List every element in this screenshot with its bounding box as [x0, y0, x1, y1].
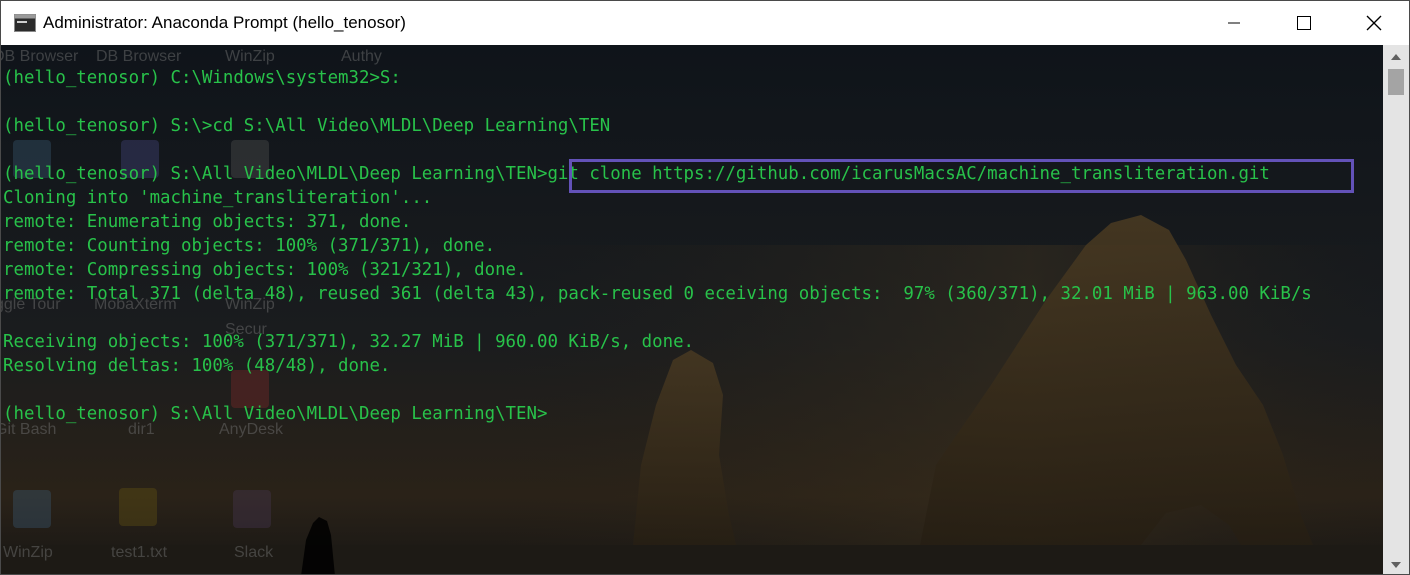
terminal-output[interactable]: (hello_tenosor) C:\Windows\system32>S: (h…	[3, 66, 1383, 426]
terminal-prompt-line: (hello_tenosor) S:\All Video\MLDL\Deep L…	[3, 404, 548, 424]
console-area[interactable]: DB Browser DB Browser WinZip Authy ggle …	[1, 45, 1383, 574]
maximize-icon	[1297, 16, 1311, 30]
maximize-button[interactable]	[1269, 1, 1339, 45]
scroll-down-button[interactable]	[1383, 554, 1409, 574]
minimize-icon	[1228, 22, 1240, 24]
title-bar[interactable]: Administrator: Anaconda Prompt (hello_te…	[1, 1, 1409, 45]
desktop-label-winzip-2: WinZip	[3, 544, 53, 561]
desktop-icon-placeholder	[233, 490, 271, 528]
desktop-icon-placeholder	[13, 490, 51, 528]
console-app-icon[interactable]	[13, 13, 37, 33]
terminal-line: (hello_tenosor) S:\>cd S:\All Video\MLDL…	[3, 116, 611, 136]
desktop-label-slack: Slack	[234, 544, 274, 561]
anaconda-prompt-window[interactable]: Administrator: Anaconda Prompt (hello_te…	[0, 0, 1410, 575]
scroll-up-button[interactable]	[1383, 45, 1409, 67]
chevron-down-icon	[1391, 561, 1401, 568]
window-controls	[1199, 1, 1409, 45]
close-button[interactable]	[1339, 1, 1409, 45]
desktop-label-db-browser: DB Browser	[1, 48, 79, 65]
desktop-label-test1: test1.txt	[111, 544, 168, 561]
terminal-line: remote: Counting objects: 100% (371/371)…	[3, 236, 496, 256]
terminal-line: (hello_tenosor) C:\Windows\system32>S:	[3, 68, 401, 88]
desktop-label-winzip: WinZip	[225, 48, 275, 65]
window-title: Administrator: Anaconda Prompt (hello_te…	[43, 13, 406, 32]
command-highlight-box	[569, 159, 1354, 193]
desktop-label-authy: Authy	[341, 48, 382, 65]
terminal-line: remote: Compressing objects: 100% (321/3…	[3, 260, 527, 280]
terminal-line: Resolving deltas: 100% (48/48), done.	[3, 356, 391, 376]
vertical-scrollbar[interactable]	[1383, 45, 1409, 574]
terminal-line: remote: Total 371 (delta 48), reused 361…	[3, 284, 1312, 304]
desktop-icon-placeholder	[119, 488, 157, 526]
minimize-button[interactable]	[1199, 1, 1269, 45]
terminal-line: Receiving objects: 100% (371/371), 32.27…	[3, 332, 695, 352]
terminal-line: remote: Enumerating objects: 371, done.	[3, 212, 412, 232]
close-icon	[1366, 15, 1382, 31]
desktop-label-db-browser-2: DB Browser	[96, 48, 182, 65]
chevron-up-icon	[1391, 53, 1401, 60]
scroll-thumb[interactable]	[1388, 69, 1404, 95]
